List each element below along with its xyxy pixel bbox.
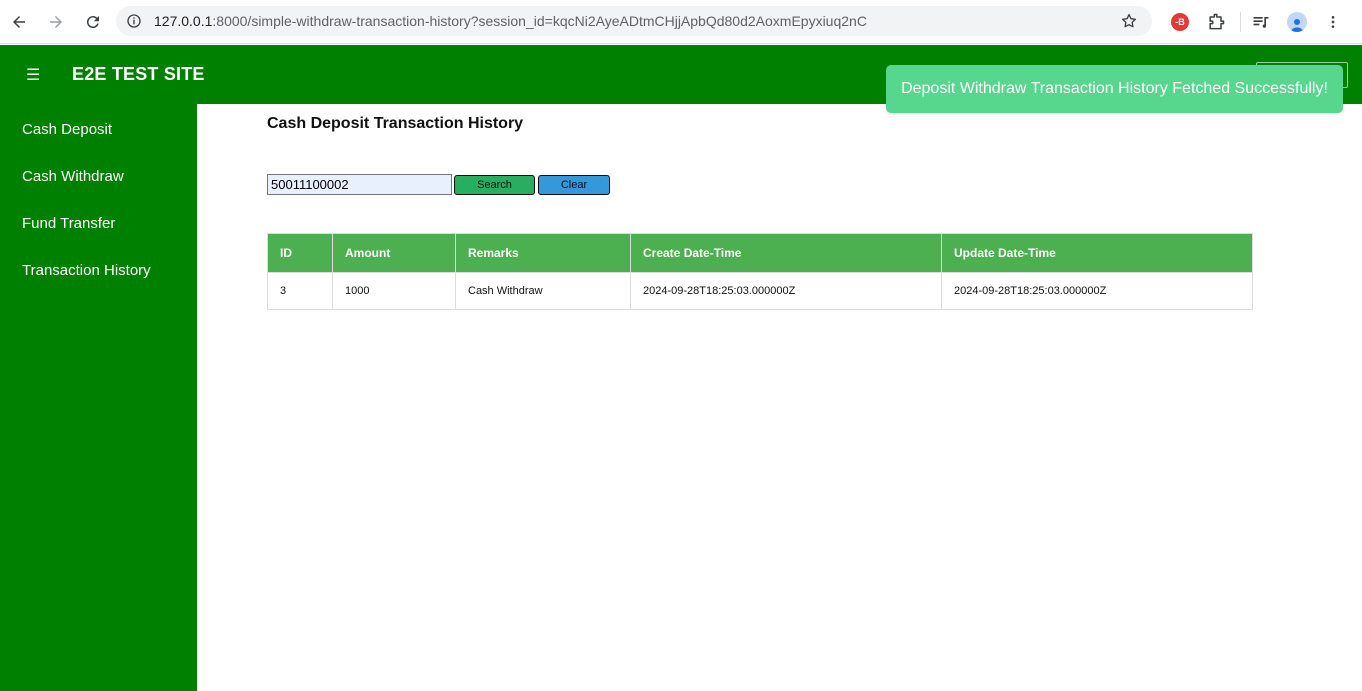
media-control-button[interactable] <box>1247 8 1275 36</box>
search-button[interactable]: Search <box>454 175 535 195</box>
extensions-area: -B <box>1166 8 1355 36</box>
browser-menu-button[interactable] <box>1319 8 1347 36</box>
kebab-menu-icon <box>1331 16 1335 28</box>
playlist-icon <box>1253 17 1269 28</box>
sidebar-item-fund-transfer[interactable]: Fund Transfer <box>22 215 115 232</box>
account-search-input[interactable] <box>267 174 452 195</box>
column-header-remarks: Remarks <box>455 233 631 273</box>
cell-create-datetime: 2024-09-28T18:25:03.000000Z <box>630 272 942 310</box>
avatar-icon <box>1287 12 1307 32</box>
url-path: :8000/simple-withdraw-transaction-histor… <box>212 13 867 29</box>
page-title: Cash Deposit Transaction History <box>267 115 524 132</box>
site-info-icon[interactable] <box>126 13 142 29</box>
column-header-amount: Amount <box>332 233 456 273</box>
extension-button[interactable]: -B <box>1166 8 1194 36</box>
success-toast[interactable]: Deposit Withdraw Transaction History Fet… <box>886 65 1343 113</box>
cell-amount: 1000 <box>332 272 456 310</box>
bookmark-star-icon[interactable] <box>1120 12 1138 30</box>
table-row: 3 1000 Cash Withdraw 2024-09-28T18:25:03… <box>267 272 1253 310</box>
reload-icon <box>86 15 99 28</box>
extension-badge-icon: -B <box>1171 13 1189 31</box>
column-header-create-datetime: Create Date-Time <box>630 233 942 273</box>
column-header-update-datetime: Update Date-Time <box>941 233 1253 273</box>
site-title: E2E TEST SITE <box>72 64 205 84</box>
sidebar-item-cash-deposit[interactable]: Cash Deposit <box>22 121 112 138</box>
clear-button[interactable]: Clear <box>538 175 610 195</box>
reload-button[interactable] <box>75 4 111 40</box>
puzzle-icon <box>1209 13 1225 30</box>
url-text: 127.0.0.1:8000/simple-withdraw-transacti… <box>154 13 867 29</box>
extensions-menu-button[interactable] <box>1202 8 1230 36</box>
sidebar: Cash Deposit Cash Withdraw Fund Transfer… <box>0 104 197 691</box>
url-host: 127.0.0.1 <box>154 13 213 29</box>
cell-remarks: Cash Withdraw <box>455 272 631 310</box>
address-bar[interactable]: 127.0.0.1:8000/simple-withdraw-transacti… <box>116 6 1152 36</box>
back-button[interactable] <box>1 4 37 40</box>
arrow-right-icon <box>50 15 62 28</box>
profile-button[interactable] <box>1283 8 1311 36</box>
transaction-table: ID Amount Remarks Create Date-Time Updat… <box>267 233 1253 310</box>
cell-id: 3 <box>267 272 333 310</box>
browser-toolbar: 127.0.0.1:8000/simple-withdraw-transacti… <box>0 0 1362 44</box>
sidebar-item-cash-withdraw[interactable]: Cash Withdraw <box>22 168 124 185</box>
column-header-id: ID <box>267 233 333 273</box>
toolbar-divider <box>1240 12 1241 32</box>
sidebar-item-transaction-history[interactable]: Transaction History <box>22 262 151 279</box>
table-header-row: ID Amount Remarks Create Date-Time Updat… <box>267 233 1253 273</box>
arrow-left-icon <box>13 15 25 28</box>
forward-button[interactable] <box>38 4 74 40</box>
cell-update-datetime: 2024-09-28T18:25:03.000000Z <box>941 272 1253 310</box>
hamburger-menu-icon[interactable]: ☰ <box>26 65 40 85</box>
